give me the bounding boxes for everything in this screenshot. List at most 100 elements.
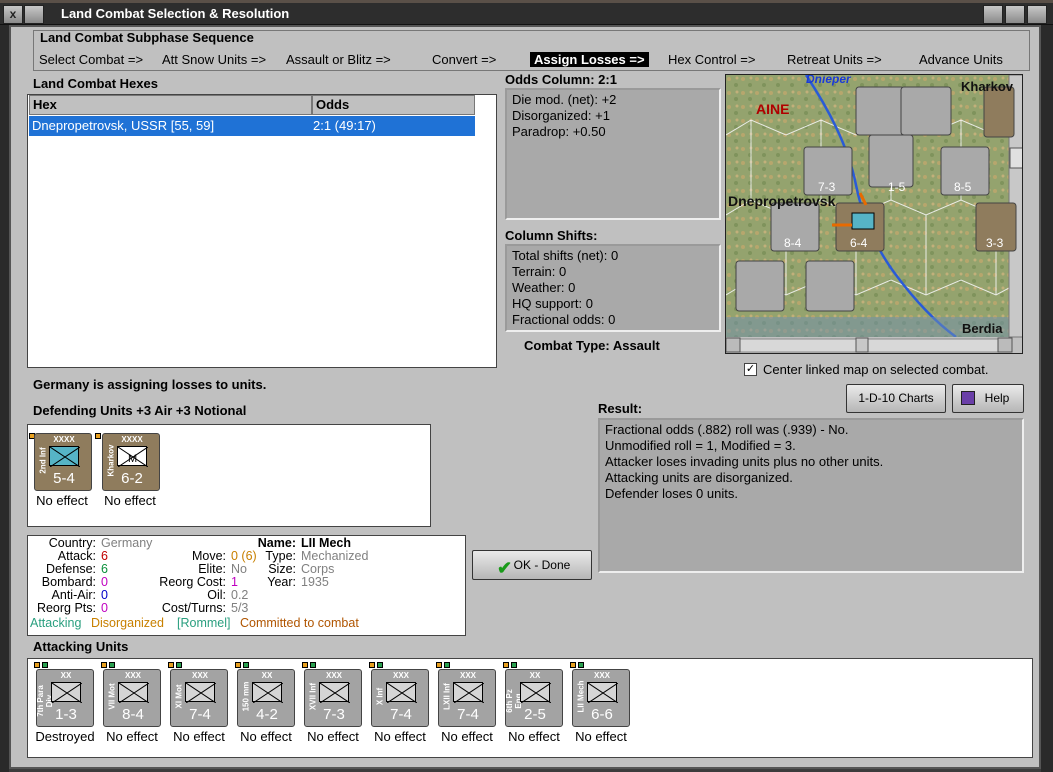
unit-marker-icon [34, 662, 40, 668]
attacking-unit[interactable]: XXX XVII Inf 7-3 [304, 669, 362, 727]
restore-icon[interactable] [983, 5, 1003, 24]
seq-select-combat[interactable]: Select Combat => [39, 52, 143, 67]
unit-strength: 7-4 [189, 706, 211, 723]
shifts-box: Total shifts (net): 0 Terrain: 0 Weather… [505, 244, 721, 332]
shift-line: Total shifts (net): 0 [512, 248, 619, 263]
seq-retreat-units[interactable]: Retreat Units => [787, 52, 882, 67]
flag-attacking: Attacking [30, 616, 82, 630]
flag-committed: Committed to combat [240, 616, 359, 630]
linked-map[interactable]: 7-3 1-5 8-5 8-4 6-4 3-3 Dnieper Kharkov AINE… [725, 74, 1023, 354]
shift-line: Terrain: 0 [512, 264, 567, 279]
unit-marker-icon [101, 662, 107, 668]
sequence-title: Land Combat Subphase Sequence [40, 30, 254, 45]
svg-text:M: M [128, 453, 137, 465]
svg-text:7-3: 7-3 [818, 180, 836, 194]
attacking-unit[interactable]: XXX XI Mot 7-4 [170, 669, 228, 727]
seq-convert[interactable]: Convert => [432, 52, 496, 67]
unit-strength: 6-6 [591, 706, 613, 723]
col-header-hex[interactable]: Hex [29, 95, 312, 115]
row-odds: 2:1 (49:17) [313, 118, 376, 133]
odds-title: Odds Column: 2:1 [505, 72, 617, 87]
map-label-dnieper: Dnieper [806, 74, 851, 86]
svg-text:6-4: 6-4 [850, 236, 868, 250]
motorized-icon [185, 682, 217, 704]
detail-label: Year: [267, 575, 296, 589]
unit-marker-icon [235, 662, 241, 668]
unit-strength: 7-4 [457, 706, 479, 723]
check-icon: ✔ [497, 558, 513, 578]
table-row[interactable]: Dnepropetrovsk, USSR [55, 59] 2:1 (49:17… [29, 116, 475, 136]
attacking-unit[interactable]: XX 150 mm 4-2 [237, 669, 295, 727]
detail-country: Germany [101, 536, 153, 550]
map-label-aine: AINE [756, 101, 790, 117]
shifts-title: Column Shifts: [505, 228, 598, 243]
detail-label: Cost/Turns: [161, 601, 226, 615]
attacking-unit[interactable]: XXX LXII Inf 7-4 [438, 669, 496, 727]
unit-marker-icon [168, 662, 174, 668]
ok-label: OK - Done [513, 558, 571, 572]
charts-button[interactable]: 1-D-10 Charts [846, 384, 946, 413]
svg-text:8-5: 8-5 [954, 180, 972, 194]
maximize-icon[interactable] [1005, 5, 1025, 24]
unit-status: No effect [307, 729, 359, 744]
unit-strength: 6-2 [121, 470, 143, 487]
window-title: Land Combat Selection & Resolution [61, 6, 290, 21]
attacking-unit[interactable]: XXX LII Mech 6-6 [572, 669, 630, 727]
attacking-unit[interactable]: XX 7th Para Div 1-3 [36, 669, 94, 727]
detail-reorg: 0 [101, 601, 108, 615]
result-line: Defender loses 0 units. [605, 486, 738, 501]
map-label-dnepropetrovsk: Dnepropetrovsk [728, 193, 836, 209]
unit-size: XX [529, 671, 541, 680]
unit-status: No effect [441, 729, 493, 744]
unit-status: No effect [36, 493, 88, 508]
unit-strength: 7-3 [323, 706, 345, 723]
infantry-icon [453, 682, 485, 704]
result-title: Result: [598, 401, 643, 416]
defending-title: Defending Units +3 Air +3 Notional [33, 403, 247, 418]
defending-unit[interactable]: XXXX Kharkov M 6-2 [102, 433, 160, 491]
title-bar: x Land Combat Selection & Resolution [0, 3, 1053, 25]
help-button[interactable]: Help [952, 384, 1024, 413]
center-map-checkbox[interactable]: ✓ [744, 363, 757, 376]
detail-costturns: 5/3 [231, 601, 249, 615]
unit-marker-icon [310, 662, 316, 668]
close-icon[interactable]: x [3, 5, 23, 24]
minimize-icon[interactable] [24, 5, 44, 24]
ok-done-button[interactable]: ✔ OK - Done [472, 550, 592, 580]
unit-marker-icon [109, 662, 115, 668]
seq-assign-losses[interactable]: Assign Losses => [530, 52, 649, 67]
unit-marker-icon [444, 662, 450, 668]
seq-assault-blitz[interactable]: Assault or Blitz => [286, 52, 391, 67]
unit-strength: 5-4 [53, 470, 75, 487]
odds-line: Die mod. (net): +2 [512, 92, 617, 107]
attacking-unit[interactable]: XX 6th Pz Eng 2-5 [505, 669, 563, 727]
odds-line: Paradrop: +0.50 [512, 124, 606, 139]
col-header-odds[interactable]: Odds [312, 95, 475, 115]
unit-marker-icon [243, 662, 249, 668]
unit-strength: 7-4 [390, 706, 412, 723]
unit-strength: 8-4 [122, 706, 144, 723]
unit-status: Destroyed [35, 729, 95, 744]
defending-unit[interactable]: XXXX 2nd Inf 5-4 [34, 433, 92, 491]
seq-att-snow[interactable]: Att Snow Units => [162, 52, 266, 67]
unit-status: No effect [173, 729, 225, 744]
hexes-list[interactable]: Hex Odds Dnepropetrovsk, USSR [55, 59] 2… [27, 94, 497, 368]
window-close-icon[interactable] [1027, 5, 1047, 24]
book-icon [961, 391, 975, 405]
shift-line: Fractional odds: 0 [512, 312, 616, 327]
unit-status: No effect [575, 729, 627, 744]
flag-rommel: [Rommel] [177, 616, 231, 630]
result-line: Fractional odds (.882) roll was (.939) -… [605, 422, 849, 437]
map-label-berdia: Berdia [962, 321, 1003, 336]
artillery-icon [252, 682, 284, 704]
shift-line: HQ support: 0 [512, 296, 593, 311]
unit-strength: 1-3 [55, 706, 77, 723]
result-line: Unmodified roll = 1, Modified = 3. [605, 438, 796, 453]
odds-line: Disorganized: +1 [512, 108, 610, 123]
seq-hex-control[interactable]: Hex Control => [668, 52, 755, 67]
attacking-unit[interactable]: XXX VII Mot 8-4 [103, 669, 161, 727]
attacking-unit[interactable]: XXX X Inf 7-4 [371, 669, 429, 727]
attacking-title: Attacking Units [33, 639, 129, 654]
seq-advance-units[interactable]: Advance Units [919, 52, 1003, 67]
hexes-title: Land Combat Hexes [33, 76, 158, 91]
